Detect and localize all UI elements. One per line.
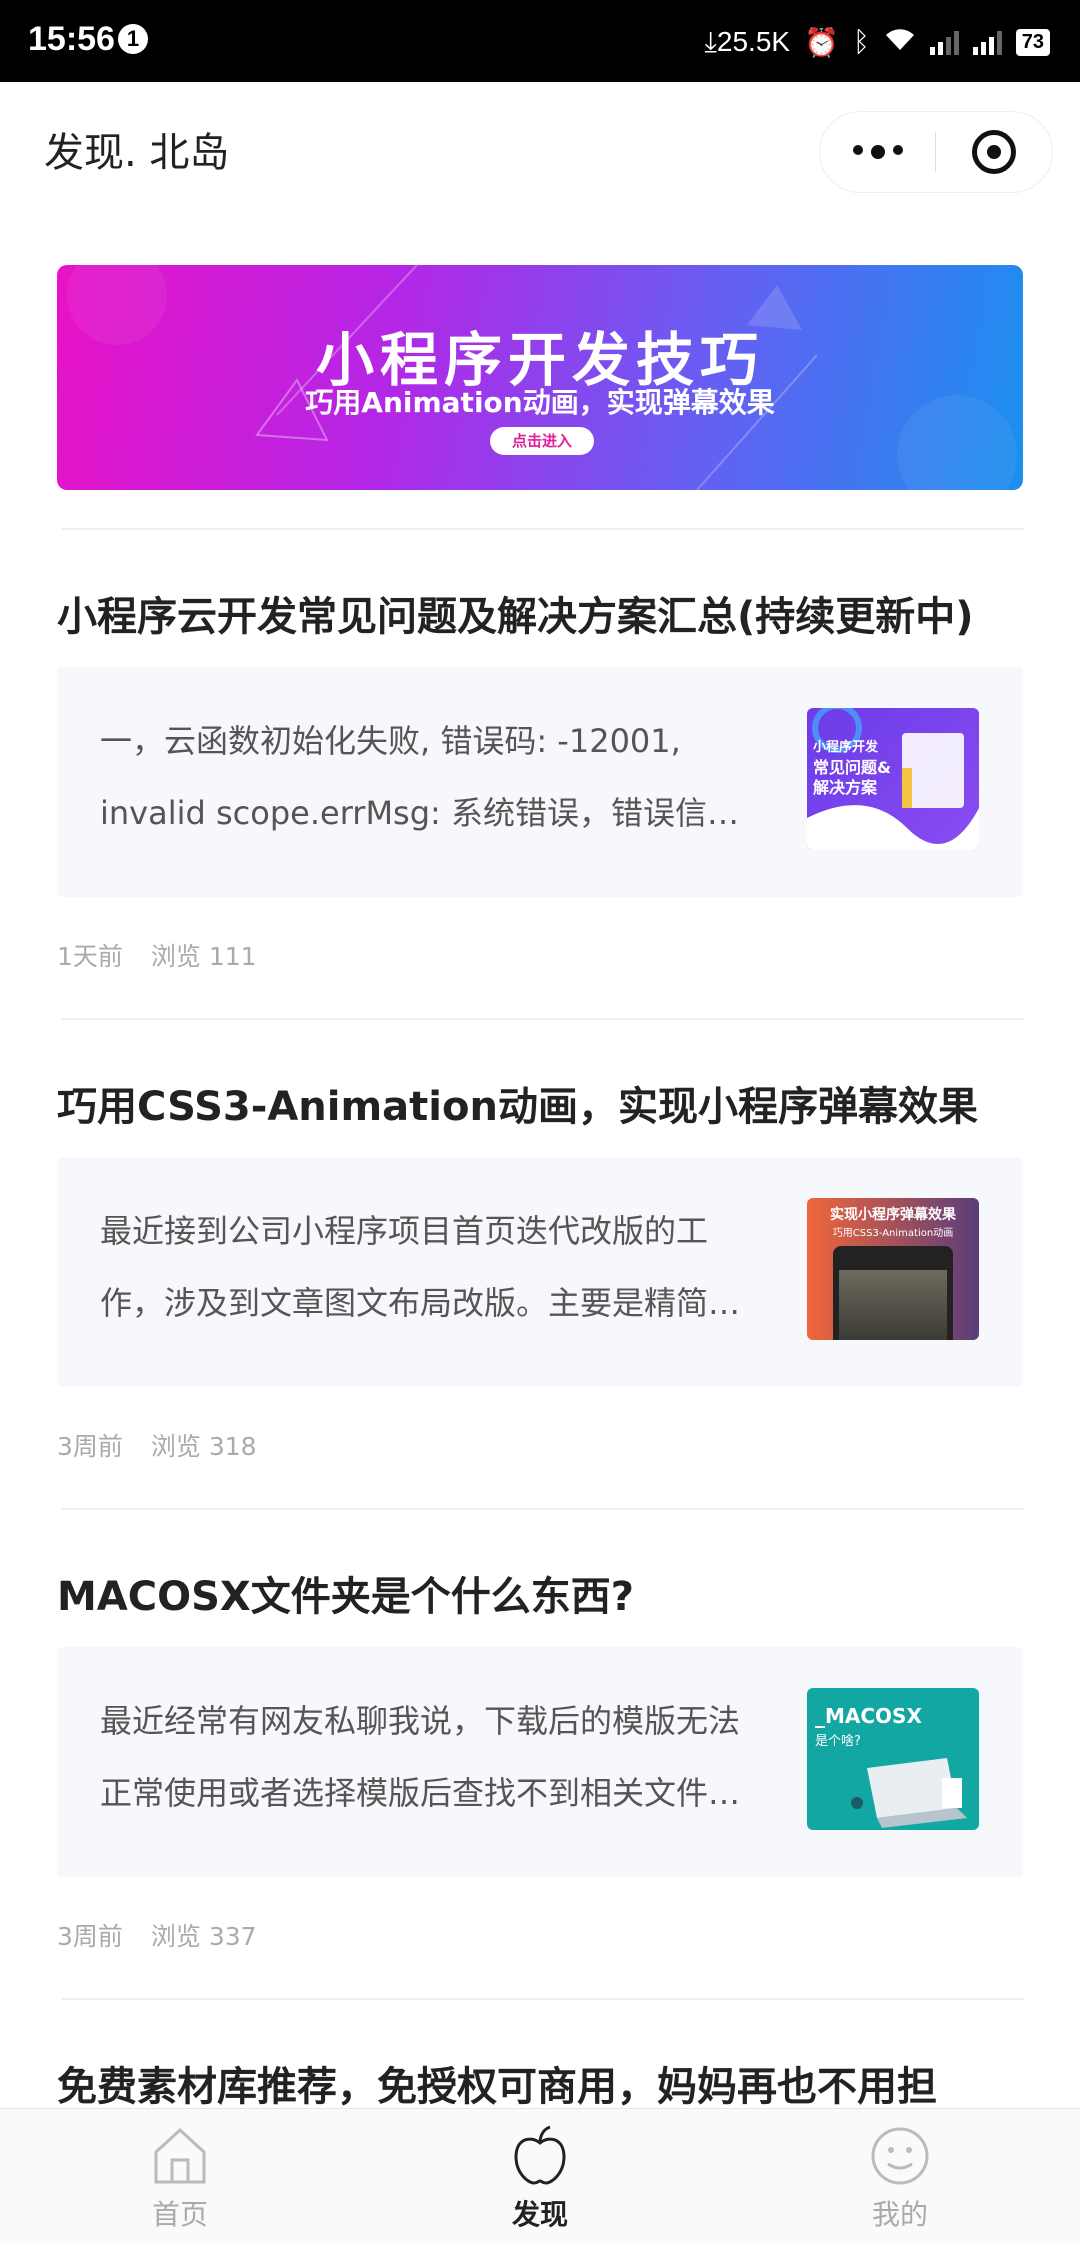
alarm-icon: ⏰ [804,26,839,58]
tab-profile[interactable]: 我的 [800,2123,1000,2233]
close-button[interactable] [936,130,1051,174]
download-speed: ⤓25.5K [704,25,791,57]
article-views: 浏览 337 [150,1922,257,1951]
status-icons: ⤓25.5K ⏰ ᛒ 73 [704,22,1050,62]
article-title[interactable]: 巧用CSS3-Animation动画，实现小程序弹幕效果 [57,1077,1023,1137]
article-thumbnail[interactable]: 小程序开发 常见问题& 解决方案 [807,708,979,850]
battery-icon: 73 [1015,28,1050,56]
article-time: 3周前 [57,1922,123,1951]
article-item[interactable]: MACOSX文件夹是个什么东西? 最近经常有网友私聊我说，下载后的模版无法正常使… [57,1567,1023,1951]
more-dot-icon [892,145,903,155]
signal-icon [929,29,959,55]
divider [62,1998,1024,2000]
phone-mockup [833,1246,953,1340]
article-meta: 3周前 浏览 318 [57,1427,257,1463]
notification-badge: 1 [118,24,148,54]
smiley-icon [800,2123,1000,2189]
article-thumbnail[interactable]: _MACOSX 是个啥? [807,1688,979,1830]
divider [62,1018,1024,1020]
apple-icon [440,2123,640,2189]
status-time: 15:56 [28,20,115,58]
more-dot-icon [870,145,885,159]
article-excerpt: 最近接到公司小程序项目首页迭代改版的工作，涉及到文章图文布局改版。主要是精简首页… [100,1212,741,1322]
article-views: 浏览 111 [150,942,257,971]
bluetooth-icon: ᛒ [852,26,870,57]
more-button[interactable] [820,145,935,159]
article-views: 浏览 318 [150,1432,257,1461]
home-icon [80,2123,280,2189]
tab-discover[interactable]: 发现 [440,2123,640,2233]
article-title[interactable]: 小程序云开发常见问题及解决方案汇总(持续更新中) [57,587,1023,647]
banner-enter-button[interactable]: 点击进入 [490,427,594,455]
article-time: 1天前 [57,942,123,971]
nav-bar: 发现. 北岛 [0,82,1080,210]
wifi-icon [884,26,916,59]
tab-home-label: 首页 [151,2198,208,2231]
article-meta: 1天前 浏览 111 [57,937,257,973]
miniprogram-capsule [820,112,1052,192]
article-meta: 3周前 浏览 337 [57,1917,257,1953]
article-thumbnail[interactable]: 实现小程序弹幕效果 巧用CSS3-Animation动画 [807,1198,979,1340]
target-icon [971,130,1016,174]
article-card[interactable]: 一，云函数初始化失败, 错误码: -12001, invalid scope.e… [57,667,1023,897]
page-title: 发现. 北岛 [44,130,230,176]
article-item[interactable]: 小程序云开发常见问题及解决方案汇总(持续更新中) 一，云函数初始化失败, 错误码… [57,587,1023,971]
divider [62,528,1024,530]
divider [62,1508,1024,1510]
banner-subtitle: 巧用Animation动画，实现弹幕效果 [305,386,775,419]
article-card[interactable]: 最近经常有网友私聊我说，下载后的模版无法正常使用或者选择模版后查找不到相关文件，… [57,1647,1023,1877]
tab-profile-label: 我的 [871,2198,928,2231]
tab-bar: 首页 发现 我的 [0,2108,1080,2243]
article-excerpt: 最近经常有网友私聊我说，下载后的模版无法正常使用或者选择模版后查找不到相关文件，… [100,1702,741,1812]
more-dot-icon [852,145,863,155]
tab-home[interactable]: 首页 [80,2123,280,2233]
status-bar: 15:56 1 ⤓25.5K ⏰ ᛒ 73 [0,0,1080,82]
article-time: 3周前 [57,1432,123,1461]
article-title[interactable]: MACOSX文件夹是个什么东西? [57,1567,1023,1627]
article-excerpt: 一，云函数初始化失败, 错误码: -12001, invalid scope.e… [100,722,750,832]
promo-banner[interactable]: 小程序开发技巧 巧用Animation动画，实现弹幕效果 点击进入 [57,265,1023,490]
laptop-illustration [851,1758,967,1828]
article-item[interactable]: 巧用CSS3-Animation动画，实现小程序弹幕效果 最近接到公司小程序项目… [57,1077,1023,1461]
signal-icon-2 [972,29,1002,55]
article-card[interactable]: 最近接到公司小程序项目首页迭代改版的工作，涉及到文章图文布局改版。主要是精简首页… [57,1157,1023,1387]
tab-discover-label: 发现 [511,2198,568,2231]
download-arrow-icon: ⤓ [704,25,717,57]
